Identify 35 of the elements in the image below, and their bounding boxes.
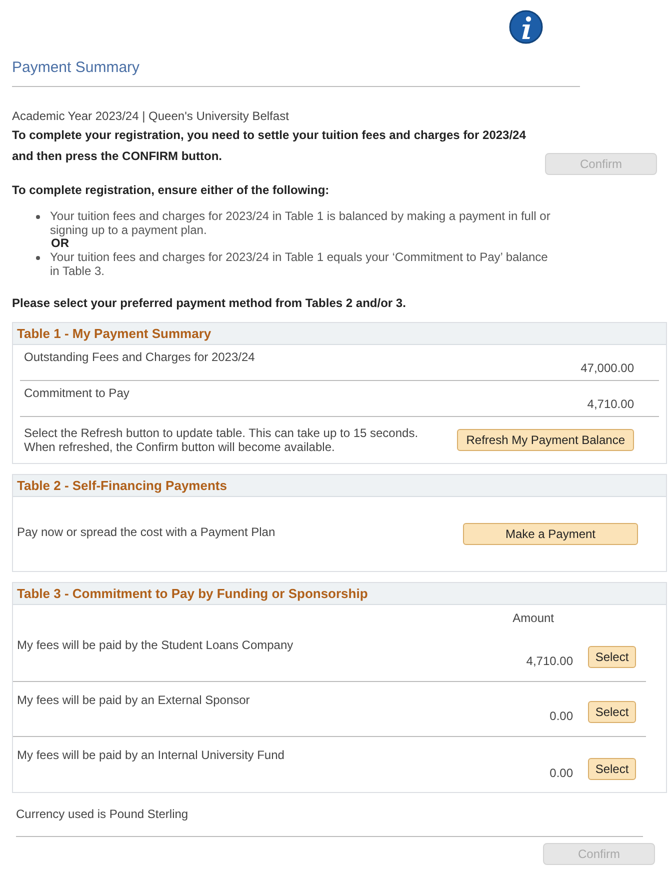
- funding-amount: 4,710.00: [526, 652, 573, 670]
- amount-column-header: Amount: [512, 610, 554, 626]
- currency-note: Currency used is Pound Sterling: [16, 806, 188, 823]
- select-button[interactable]: Select: [588, 700, 636, 722]
- row-amount: 4,710.00: [587, 396, 634, 412]
- payment-plan-text: Pay now or spread the cost with a Payment Plan: [17, 524, 276, 540]
- select-prompt: Please select your preferred payment method from Tables 2 and/or 3.: [12, 294, 407, 312]
- row-label: Commitment to Pay: [24, 384, 130, 402]
- row-amount: 47,000.00: [580, 360, 634, 376]
- select-button[interactable]: Select: [588, 646, 636, 668]
- select-button[interactable]: Select: [588, 758, 636, 780]
- page-title: Payment Summary: [12, 58, 141, 78]
- bullet-text: Your tuition fees and charges for 2023/24 in Table 1 equals your ‘Commitment to Pay’ balance in Table 3.: [50, 250, 549, 278]
- row-label: Outstanding Fees and Charges for 2023/24: [24, 348, 255, 366]
- funding-label: My fees will be paid by an Internal University Fund: [17, 746, 284, 764]
- funding-label: My fees will be paid by an External Sponsor: [17, 692, 250, 708]
- bullet-icon: [36, 256, 40, 260]
- table-header: Table 2 - Self-Financing Payments: [13, 474, 666, 496]
- funding-amount: 0.00: [550, 708, 573, 724]
- make-payment-button[interactable]: Make a Payment: [463, 522, 638, 544]
- ensure-heading: To complete registration, ensure either of the following:: [12, 182, 330, 198]
- refresh-note: Select the Refresh button to update table. This can take up to 15 seconds.: [24, 426, 418, 440]
- or-label: OR: [51, 236, 69, 250]
- info-icon[interactable]: [509, 10, 543, 44]
- table-header: Table 1 - My Payment Summary: [13, 322, 666, 344]
- instruction-text: and then press the CONFIRM button.: [12, 148, 223, 164]
- bullet-icon: [36, 214, 40, 218]
- subtitle: Academic Year 2023/24 | Queen's University Belfast: [12, 108, 290, 124]
- instruction-text: To complete your registration, you need to settle your tuition fees and charges for 2023/24: [12, 126, 526, 144]
- funding-amount: 0.00: [550, 765, 573, 782]
- refresh-balance-button[interactable]: Refresh My Payment Balance: [457, 428, 634, 450]
- bullet-text: Your tuition fees and charges for 2023/24 in Table 1 is balanced by making a payment in full or signing up to a payment plan.: [50, 208, 552, 236]
- refresh-note: When refreshed, the Confirm button will become available.: [24, 440, 336, 454]
- funding-label: My fees will be paid by the Student Loans Company: [17, 636, 294, 654]
- table-header: Table 3 - Commitment to Pay by Funding or Sponsorship: [13, 582, 666, 604]
